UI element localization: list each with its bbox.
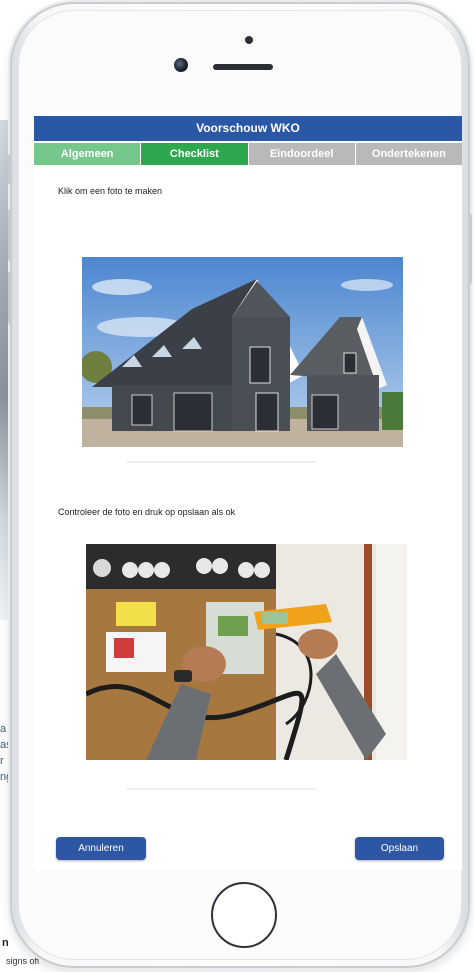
save-button[interactable]: Opslaan bbox=[355, 837, 444, 860]
home-button[interactable] bbox=[211, 882, 277, 948]
background-text-line: as bbox=[0, 739, 12, 751]
tab-eindoordeel[interactable]: Eindoordeel bbox=[248, 143, 356, 165]
mute-switch bbox=[8, 154, 12, 184]
background-text-bottom: signs off bbox=[6, 956, 40, 966]
meter-cabinet-image bbox=[86, 544, 407, 760]
power-button bbox=[468, 214, 472, 284]
app-screen: Voorschouw WKO Algemeen Checklist Eindoo… bbox=[34, 116, 462, 870]
front-camera-icon bbox=[174, 58, 188, 72]
tab-algemeen[interactable]: Algemeen bbox=[34, 143, 142, 165]
volume-up-button bbox=[8, 209, 12, 261]
house-image bbox=[82, 257, 403, 447]
take-photo-instruction[interactable]: Klik om een foto te maken bbox=[58, 186, 162, 196]
volume-down-button bbox=[8, 272, 12, 324]
earpiece-speaker bbox=[213, 64, 273, 70]
check-photo-instruction: Controleer de foto en druk op opslaan al… bbox=[58, 507, 236, 517]
photo-caption-line bbox=[126, 788, 316, 790]
app-title: Voorschouw WKO bbox=[34, 116, 462, 141]
proximity-sensor bbox=[245, 36, 253, 44]
background-text-letter: n bbox=[2, 937, 9, 949]
photo-caption-line bbox=[126, 461, 316, 463]
background-text-line: a bbox=[0, 723, 7, 735]
background-text-line: ng bbox=[0, 771, 13, 783]
tab-ondertekenen[interactable]: Ondertekenen bbox=[355, 143, 462, 165]
house-photo[interactable] bbox=[82, 257, 403, 447]
tab-bar: Algemeen Checklist Eindoordeel Onderteke… bbox=[34, 141, 462, 165]
tab-checklist[interactable]: Checklist bbox=[141, 143, 249, 165]
background-text-line: r bbox=[0, 755, 4, 767]
meter-cabinet-photo[interactable] bbox=[86, 544, 407, 760]
cancel-button[interactable]: Annuleren bbox=[56, 837, 146, 860]
